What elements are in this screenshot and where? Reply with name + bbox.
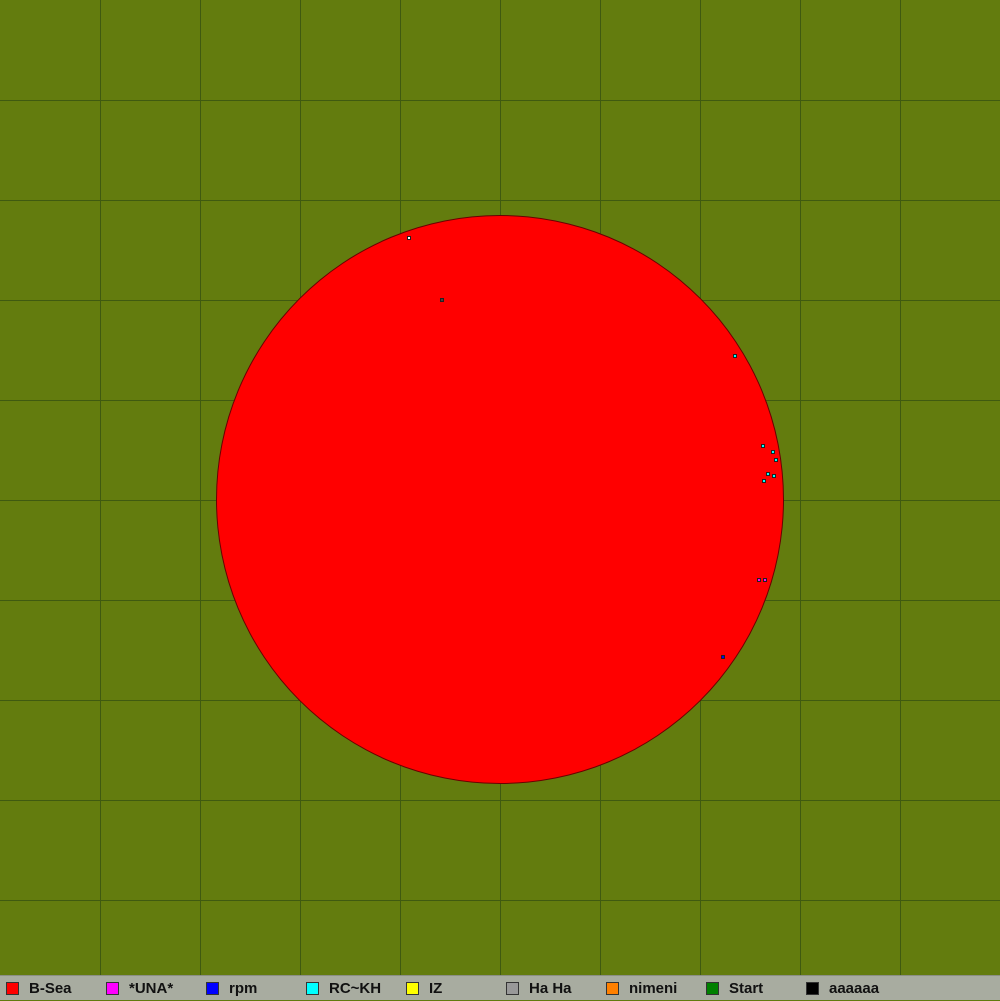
unit-marker — [772, 474, 776, 478]
grid-line-vertical — [200, 0, 201, 975]
legend-label: B-Sea — [29, 980, 72, 997]
color-swatch — [6, 982, 19, 995]
unit-marker — [721, 655, 725, 659]
grid-line-vertical — [800, 0, 801, 975]
grid-line-horizontal — [0, 800, 1000, 801]
legend-item-rc-kh: RC~KH — [300, 976, 381, 1001]
player-territory-b-sea — [217, 216, 783, 783]
color-swatch — [806, 982, 819, 995]
color-swatch — [606, 982, 619, 995]
legend-item-iz: IZ — [400, 976, 442, 1001]
legend-label: *UNA* — [129, 980, 174, 997]
legend-label: Ha Ha — [529, 980, 572, 997]
unit-marker — [774, 458, 778, 462]
grid-line-vertical — [100, 0, 101, 975]
player-legend: B-Sea *UNA* rpm RC~KH IZ Ha Ha nimeni St… — [0, 975, 1000, 1000]
unit-marker — [771, 450, 775, 454]
legend-label: RC~KH — [329, 980, 382, 997]
unit-marker — [761, 444, 765, 448]
color-swatch — [706, 982, 719, 995]
unit-marker — [407, 236, 411, 240]
unit-marker — [762, 479, 766, 483]
legend-item-nimeni: nimeni — [600, 976, 677, 1001]
grid-line-horizontal — [0, 900, 1000, 901]
legend-item-b-sea: B-Sea — [0, 976, 72, 1001]
unit-marker — [763, 578, 767, 582]
legend-label: aaaaaa — [829, 980, 880, 997]
legend-item-una: *UNA* — [100, 976, 173, 1001]
legend-label: rpm — [229, 980, 258, 997]
legend-label: Start — [729, 980, 764, 997]
grid-line-vertical — [900, 0, 901, 975]
unit-marker — [440, 298, 444, 302]
unit-marker — [766, 472, 770, 476]
legend-label: nimeni — [629, 980, 678, 997]
unit-marker — [733, 354, 737, 358]
color-swatch — [206, 982, 219, 995]
legend-label: IZ — [429, 980, 443, 997]
unit-marker — [757, 578, 761, 582]
color-swatch — [306, 982, 319, 995]
color-swatch — [506, 982, 519, 995]
legend-item-ha-ha: Ha Ha — [500, 976, 572, 1001]
legend-item-rpm: rpm — [200, 976, 257, 1001]
color-swatch — [106, 982, 119, 995]
legend-item-start: Start — [700, 976, 763, 1001]
game-map[interactable] — [0, 0, 1000, 975]
legend-item-aaaaaa: aaaaaa — [800, 976, 879, 1001]
color-swatch — [406, 982, 419, 995]
